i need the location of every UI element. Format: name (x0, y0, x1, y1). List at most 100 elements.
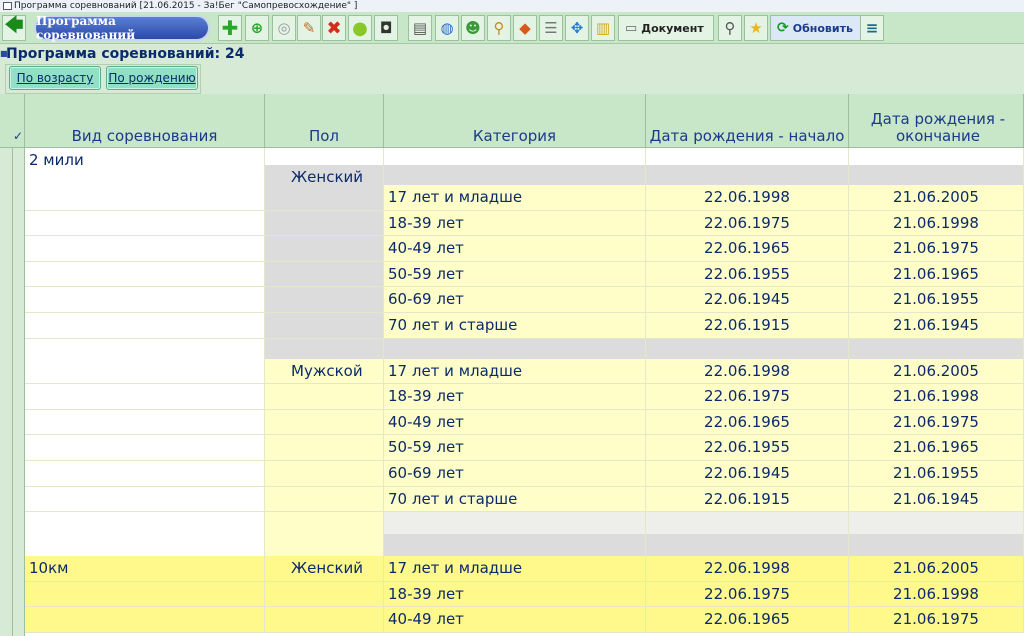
birth-end-cell[interactable]: 21.06.1945 (849, 486, 1024, 513)
sex-span-cell[interactable] (265, 210, 384, 237)
birth-end-cell[interactable]: 21.06.2005 (849, 556, 1024, 582)
event-span-cell[interactable] (25, 435, 265, 461)
category-cell[interactable]: 17 лет и младше (384, 185, 646, 211)
birth-end-cell[interactable]: 21.06.1965 (849, 261, 1024, 288)
sex-span-cell[interactable] (265, 486, 384, 513)
menu-button[interactable]: ≡ (860, 15, 884, 41)
document-button[interactable]: ▭ Документ (618, 15, 714, 41)
category-cell[interactable]: 40-49 лет (384, 236, 646, 262)
event-span-cell[interactable] (25, 261, 265, 288)
birth-end-cell[interactable]: 21.06.1998 (849, 210, 1024, 237)
row-selector-gutter[interactable] (0, 148, 25, 636)
event-cell[interactable]: 10км (25, 556, 265, 582)
event-span-cell[interactable] (25, 185, 265, 211)
birth-start-cell[interactable]: 22.06.1955 (646, 435, 849, 461)
event-span-cell[interactable] (25, 461, 265, 487)
move-button[interactable]: ✥ (565, 15, 589, 41)
sex-span-cell[interactable] (265, 185, 384, 211)
birth-end-cell[interactable]: 21.06.1998 (849, 581, 1024, 608)
birth-end-cell[interactable]: 21.06.2005 (849, 185, 1024, 211)
category-cell[interactable]: 70 лет и старше (384, 313, 646, 339)
page-button[interactable]: ☰ (539, 15, 563, 41)
header-category[interactable]: Категория (384, 94, 646, 148)
event-span-cell[interactable] (25, 358, 265, 385)
birth-end-cell[interactable]: 21.06.1998 (849, 384, 1024, 410)
event-span-cell[interactable] (25, 210, 265, 237)
edit-button[interactable]: ✎ (297, 15, 321, 41)
birth-end-cell[interactable]: 21.06.2005 (849, 358, 1024, 385)
birth-start-cell[interactable]: 22.06.1945 (646, 287, 849, 313)
birth-end-cell[interactable]: 21.06.1955 (849, 287, 1024, 313)
birth-start-cell[interactable]: 22.06.1945 (646, 461, 849, 487)
event-span-cell[interactable] (25, 486, 265, 513)
category-cell[interactable]: 60-69 лет (384, 287, 646, 313)
birth-start-cell[interactable]: 22.06.1998 (646, 185, 849, 211)
birth-start-cell[interactable]: 22.06.1965 (646, 607, 849, 633)
birth-end-cell[interactable]: 21.06.1975 (849, 607, 1024, 633)
favorite-button[interactable]: ★ (744, 15, 768, 41)
category-cell[interactable]: 18-39 лет (384, 384, 646, 410)
birth-start-cell[interactable]: 22.06.1965 (646, 409, 849, 436)
sex-span-cell[interactable] (265, 384, 384, 410)
event-span-cell[interactable] (25, 313, 265, 339)
category-cell[interactable]: 18-39 лет (384, 581, 646, 608)
diamond-button[interactable]: ◆ (513, 15, 537, 41)
birth-end-cell[interactable]: 21.06.1965 (849, 435, 1024, 461)
sex-span-cell[interactable] (265, 313, 384, 339)
birth-end-cell[interactable]: 21.06.1955 (849, 461, 1024, 487)
delete-button[interactable]: ✖ (322, 15, 346, 41)
sex-cell[interactable]: Мужской (265, 358, 384, 385)
category-cell[interactable]: 60-69 лет (384, 461, 646, 487)
birth-start-cell[interactable]: 22.06.1975 (646, 210, 849, 237)
event-span-cell[interactable] (25, 409, 265, 436)
sex-span-cell[interactable] (265, 236, 384, 262)
birth-start-cell[interactable]: 22.06.1998 (646, 556, 849, 582)
header-birth-end[interactable]: Дата рождения - окончание (849, 94, 1024, 148)
category-cell[interactable]: 50-59 лет (384, 435, 646, 461)
back-button[interactable]: 🡄 (2, 15, 26, 41)
circle-button[interactable]: ● (348, 15, 372, 41)
add-button[interactable]: ✚ (218, 15, 242, 41)
sort-by-age-button[interactable]: По возрасту (9, 66, 101, 90)
find-button[interactable]: ⚲ (718, 15, 742, 41)
category-cell[interactable]: 40-49 лет (384, 409, 646, 436)
category-cell[interactable]: 17 лет и младше (384, 358, 646, 385)
add-search-button[interactable]: ⊕ (245, 15, 269, 41)
print-button[interactable]: ▤ (408, 15, 432, 41)
event-span-cell[interactable] (25, 236, 265, 262)
user-button[interactable]: ☻ (461, 15, 485, 41)
event-span-cell[interactable] (25, 607, 265, 633)
birth-end-cell[interactable]: 21.06.1975 (849, 409, 1024, 436)
birth-start-cell[interactable]: 22.06.1965 (646, 236, 849, 262)
chart-button[interactable]: ▥ (591, 15, 615, 41)
globe-button[interactable]: ◍ (435, 15, 459, 41)
refresh-button[interactable]: ⟳ Обновить (770, 15, 868, 41)
disc-button[interactable]: ◎ (272, 15, 296, 41)
header-event[interactable]: Вид соревнования (25, 94, 265, 148)
header-sex[interactable]: Пол (265, 94, 384, 148)
birth-end-cell[interactable]: 21.06.1975 (849, 236, 1024, 262)
birth-start-cell[interactable]: 22.06.1975 (646, 384, 849, 410)
sex-span-cell[interactable] (265, 261, 384, 288)
sex-span-cell[interactable] (265, 409, 384, 436)
event-span-cell[interactable] (25, 384, 265, 410)
sex-span-cell[interactable] (265, 607, 384, 633)
program-tab-button[interactable]: Программа соревнований (34, 14, 210, 42)
category-cell[interactable]: 70 лет и старше (384, 486, 646, 513)
sex-span-cell[interactable] (265, 435, 384, 461)
sex-span-cell[interactable] (265, 581, 384, 608)
sex-cell[interactable]: Женский (265, 556, 384, 582)
sex-span-cell[interactable] (265, 461, 384, 487)
camera-button[interactable]: ◘ (374, 15, 398, 41)
sort-by-birth-button[interactable]: По рождению (106, 66, 198, 90)
event-span-cell[interactable] (25, 287, 265, 313)
category-cell[interactable]: 18-39 лет (384, 210, 646, 237)
birth-end-cell[interactable]: 21.06.1945 (849, 313, 1024, 339)
check-column-header[interactable]: ✓ (0, 94, 25, 148)
sex-span-cell[interactable] (265, 287, 384, 313)
birth-start-cell[interactable]: 22.06.1915 (646, 486, 849, 513)
header-birth-start[interactable]: Дата рождения - начало (646, 94, 849, 148)
category-cell[interactable]: 17 лет и младше (384, 556, 646, 582)
birth-start-cell[interactable]: 22.06.1998 (646, 358, 849, 385)
category-cell[interactable]: 50-59 лет (384, 261, 646, 288)
